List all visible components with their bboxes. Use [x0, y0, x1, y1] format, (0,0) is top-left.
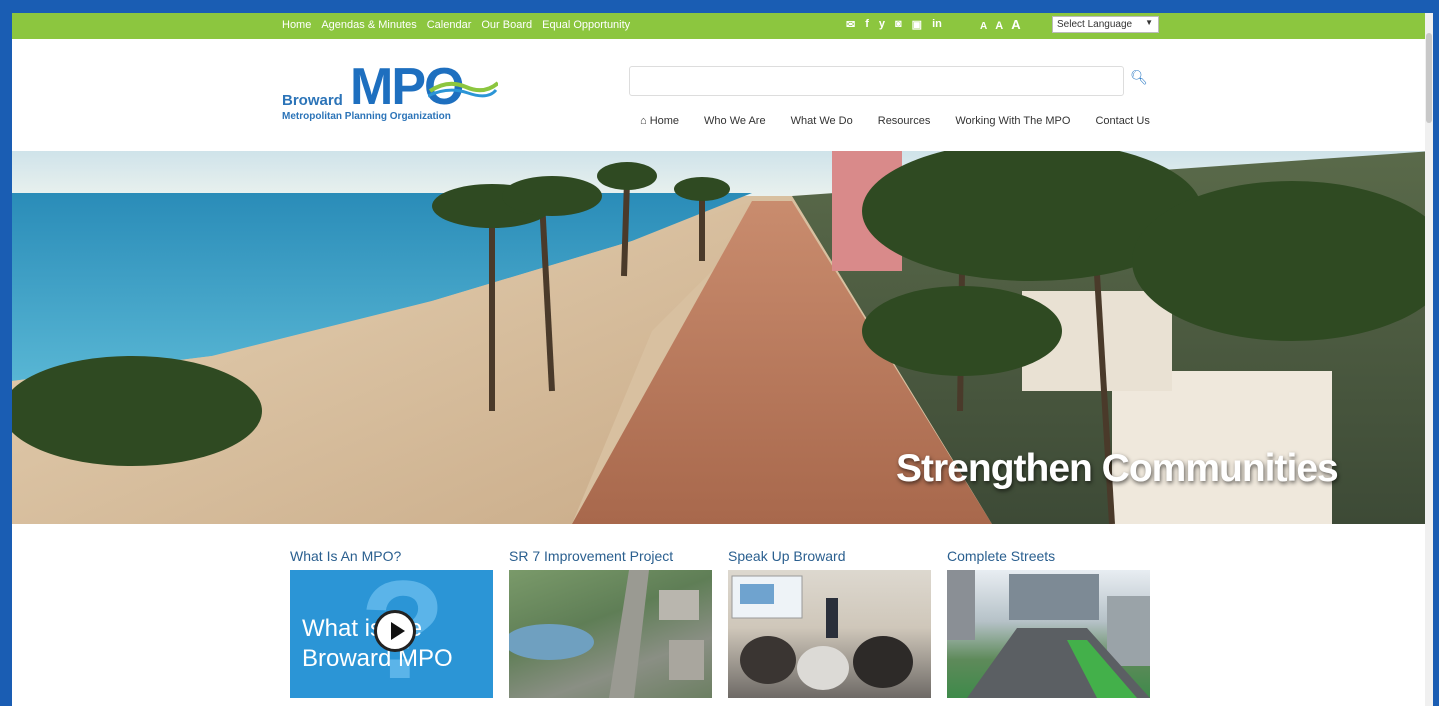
- dropdown-arrow-icon: ▼: [1145, 18, 1153, 27]
- card-sr7-project[interactable]: SR 7 Improvement Project: [509, 548, 712, 698]
- logo-subtitle: Metropolitan Planning Organization: [282, 111, 451, 122]
- text-size-small[interactable]: A: [980, 21, 987, 32]
- nav-resources[interactable]: Resources: [878, 115, 931, 127]
- utility-link-home[interactable]: Home: [282, 19, 311, 31]
- utility-link-board[interactable]: Our Board: [481, 19, 532, 31]
- utility-nav: Home Agendas & Minutes Calendar Our Boar…: [282, 19, 630, 31]
- logo-wave-icon: [428, 81, 498, 98]
- utility-bar: Home Agendas & Minutes Calendar Our Boar…: [12, 13, 1433, 39]
- site-logo[interactable]: Broward MPO Metropolitan Planning Organi…: [280, 61, 498, 131]
- street-rendering[interactable]: [947, 570, 1150, 698]
- nav-what-we-do[interactable]: What We Do: [791, 115, 853, 127]
- utility-link-calendar[interactable]: Calendar: [427, 19, 472, 31]
- card-speak-up-broward[interactable]: Speak Up Broward: [728, 548, 931, 698]
- nav-working-with-mpo[interactable]: Working With The MPO: [955, 115, 1070, 127]
- card-title[interactable]: Complete Streets: [947, 548, 1150, 570]
- search-input[interactable]: [629, 66, 1124, 96]
- feature-cards: What Is An MPO? ? What is the Broward MP…: [290, 548, 1150, 698]
- nav-home-label: Home: [649, 115, 680, 127]
- meeting-photo-graphic: [731, 575, 913, 690]
- hero-caption: Strengthen Communities: [896, 447, 1339, 490]
- aerial-photo[interactable]: [509, 570, 712, 698]
- language-select-value: Select Language: [1057, 19, 1133, 30]
- utility-link-equal-opportunity[interactable]: Equal Opportunity: [542, 19, 630, 31]
- nav-who-we-are[interactable]: Who We Are: [704, 115, 766, 127]
- youtube-icon[interactable]: ▣: [912, 18, 922, 31]
- language-select[interactable]: Select Language ▼: [1052, 16, 1159, 33]
- text-size-large[interactable]: A: [1011, 17, 1020, 32]
- main-nav: ⌂ Home Who We Are What We Do Resources W…: [640, 115, 1150, 127]
- search-icon[interactable]: 🔍︎: [1128, 69, 1150, 91]
- video-thumbnail[interactable]: ? What is the Broward MPO: [290, 570, 493, 698]
- text-size-medium[interactable]: A: [995, 20, 1003, 32]
- screenshot-frame: Home Agendas & Minutes Calendar Our Boar…: [0, 0, 1439, 706]
- instagram-icon[interactable]: ◙: [895, 18, 902, 31]
- card-title[interactable]: Speak Up Broward: [728, 548, 931, 570]
- card-title[interactable]: What Is An MPO?: [290, 548, 493, 570]
- scrollbar-thumb[interactable]: [1426, 33, 1432, 123]
- logo-broward-text: Broward: [282, 92, 343, 109]
- browser-page: Home Agendas & Minutes Calendar Our Boar…: [12, 13, 1433, 706]
- home-icon: ⌂: [640, 115, 650, 127]
- play-icon[interactable]: [374, 610, 416, 652]
- card-title[interactable]: SR 7 Improvement Project: [509, 548, 712, 570]
- social-links: ✉ f y ◙ ▣ in: [846, 18, 942, 31]
- card-what-is-mpo[interactable]: What Is An MPO? ? What is the Broward MP…: [290, 548, 493, 698]
- twitter-icon[interactable]: y: [879, 18, 885, 31]
- facebook-icon[interactable]: f: [865, 18, 869, 31]
- nav-contact-us[interactable]: Contact Us: [1095, 115, 1149, 127]
- email-icon[interactable]: ✉: [846, 18, 855, 31]
- aerial-photo-graphic: [509, 570, 704, 698]
- street-rendering-graphic: [947, 570, 1150, 698]
- hero-banner: Strengthen Communities: [12, 151, 1433, 524]
- page-scrollbar[interactable]: [1425, 13, 1433, 706]
- video-title-line-2: Broward MPO: [302, 645, 453, 672]
- linkedin-icon[interactable]: in: [932, 18, 942, 31]
- nav-home[interactable]: ⌂ Home: [640, 115, 679, 127]
- meeting-photo[interactable]: [728, 570, 931, 698]
- card-complete-streets[interactable]: Complete Streets: [947, 548, 1150, 698]
- text-size-controls: A A A: [980, 17, 1021, 32]
- utility-link-agendas[interactable]: Agendas & Minutes: [321, 19, 416, 31]
